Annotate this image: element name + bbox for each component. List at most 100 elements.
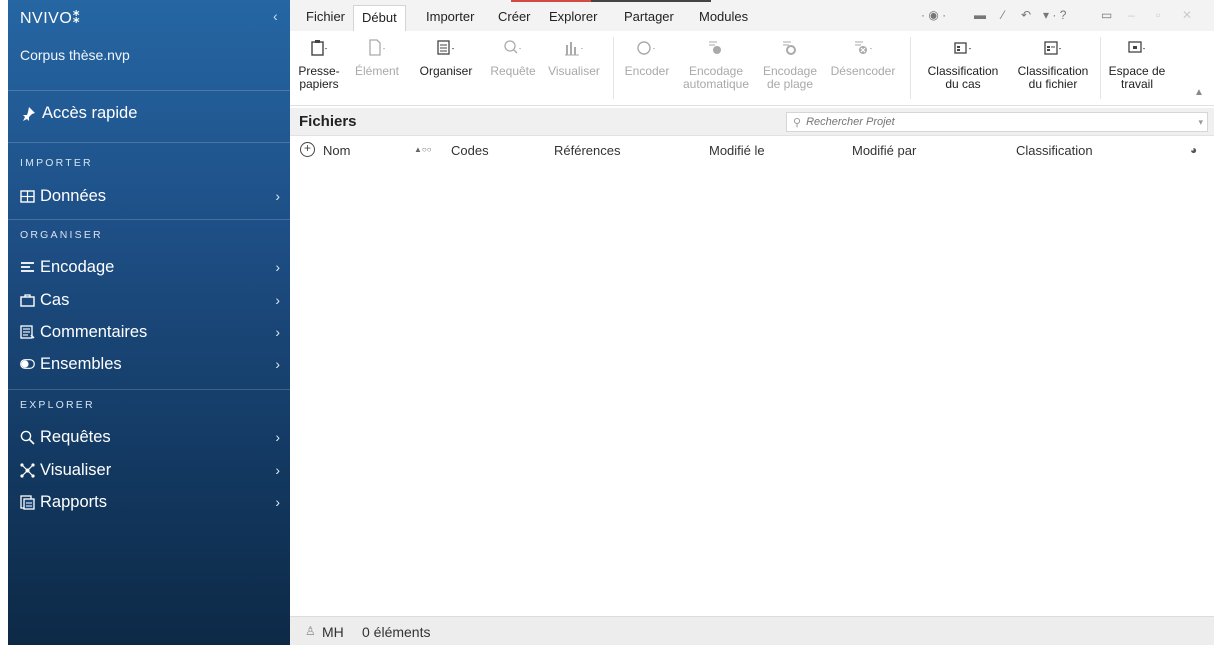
column-references[interactable]: Références bbox=[554, 143, 620, 158]
file-list bbox=[290, 165, 1214, 616]
pin-icon bbox=[23, 106, 35, 121]
sidebar-item-label: Données bbox=[40, 186, 107, 205]
search-box[interactable]: ⚲ ▾ bbox=[786, 112, 1208, 132]
page-title: Fichiers bbox=[299, 113, 357, 130]
ribbon: Presse-papiers Élément Organiser Requête… bbox=[290, 31, 1214, 106]
requete-button[interactable]: Requête bbox=[483, 31, 543, 105]
column-codes[interactable]: Codes bbox=[451, 143, 489, 158]
accent-line bbox=[511, 0, 591, 2]
column-settings-icon[interactable]: ◕ bbox=[1190, 143, 1197, 157]
ribbon-separator bbox=[910, 37, 911, 99]
chevron-right-icon: › bbox=[275, 188, 280, 204]
ribbon-label: du cas bbox=[945, 77, 981, 91]
user-initials: MH bbox=[322, 624, 344, 640]
brand-logo: NVIVO⁑ bbox=[20, 8, 81, 28]
element-button[interactable]: Élément bbox=[352, 31, 402, 105]
auto-code-icon bbox=[706, 31, 726, 65]
desencoder-button[interactable]: Désencoder bbox=[823, 31, 903, 105]
ribbon-label: de plage bbox=[766, 77, 814, 91]
section-organiser: ORGANISER bbox=[20, 229, 103, 241]
user-icon: ♙ bbox=[305, 624, 316, 638]
sidebar-item-cas[interactable]: Cas › bbox=[20, 288, 280, 312]
query-icon bbox=[503, 31, 523, 65]
column-nom[interactable]: Nom bbox=[323, 143, 350, 158]
document-icon bbox=[367, 31, 387, 65]
status-bar: ♙ MH 0 éléments bbox=[290, 616, 1214, 645]
classification-cas-button[interactable]: Classification du cas bbox=[920, 31, 1006, 105]
ribbon-label: Organiser bbox=[419, 64, 473, 78]
lines-icon bbox=[20, 261, 40, 273]
brand-name: NVIVO bbox=[20, 10, 73, 27]
tab-fichier[interactable]: Fichier bbox=[306, 9, 345, 24]
sidebar-item-label: Encodage bbox=[40, 257, 115, 276]
espace-travail-button[interactable]: Espace de travail bbox=[1102, 31, 1172, 105]
ribbon-collapse-icon[interactable]: ▲ bbox=[1194, 87, 1204, 98]
files-header: Fichiers ⚲ ▾ bbox=[290, 108, 1214, 136]
sidebar-item-requetes[interactable]: Requêtes › bbox=[20, 425, 280, 449]
ribbon-label: Espace de bbox=[1108, 64, 1166, 78]
ribbon-label: Classification bbox=[927, 64, 999, 78]
column-classification[interactable]: Classification bbox=[1016, 143, 1093, 158]
encodage-automatique-button[interactable]: Encodage automatique bbox=[676, 31, 756, 105]
chevron-right-icon: › bbox=[275, 494, 280, 510]
restore-icon[interactable]: ▫ bbox=[1156, 8, 1160, 22]
undo-icon[interactable]: ↶ bbox=[1021, 8, 1031, 22]
ribbon-tabs: Fichier Début Importer Créer Explorer Pa… bbox=[290, 0, 1214, 31]
tab-explorer[interactable]: Explorer bbox=[549, 9, 597, 24]
ribbon-separator bbox=[1100, 37, 1101, 99]
sidebar-item-rapports[interactable]: Rapports › bbox=[20, 490, 280, 514]
sidebar-item-label: Ensembles bbox=[40, 354, 122, 373]
customize-icon[interactable]: ▾ · ? bbox=[1043, 8, 1066, 22]
tab-partager[interactable]: Partager bbox=[624, 9, 674, 24]
quick-access-button[interactable]: Accès rapide bbox=[20, 104, 137, 123]
column-modifie-le[interactable]: Modifié le bbox=[709, 143, 765, 158]
tab-creer[interactable]: Créer bbox=[498, 9, 531, 24]
magnifier-icon bbox=[20, 430, 40, 445]
sidebar-item-ensembles[interactable]: Ensembles › bbox=[20, 352, 280, 376]
help-circle-icon[interactable]: · ◉ · bbox=[921, 8, 946, 22]
file-classification-icon bbox=[1042, 31, 1064, 65]
organiser-button[interactable]: Organiser bbox=[410, 31, 482, 105]
ribbon-label: Visualiser bbox=[548, 64, 600, 78]
minimize-icon[interactable]: – bbox=[1128, 8, 1135, 22]
clipboard-button[interactable]: Presse-papiers bbox=[296, 31, 342, 105]
tab-importer[interactable]: Importer bbox=[426, 9, 474, 24]
chevron-down-icon[interactable]: ▾ bbox=[1198, 117, 1203, 128]
chat-icon[interactable]: ▭ bbox=[1101, 8, 1112, 22]
sidebar: NVIVO⁑ ‹ Corpus thèse.nvp Accès rapide I… bbox=[8, 0, 290, 645]
ribbon-label: Désencoder bbox=[830, 64, 896, 78]
ribbon-label: Encoder bbox=[624, 64, 670, 78]
sidebar-item-donnees[interactable]: Données › bbox=[20, 184, 280, 208]
ribbon-label: automatique bbox=[682, 77, 750, 91]
search-input[interactable] bbox=[806, 116, 1167, 128]
divider bbox=[8, 142, 290, 143]
sidebar-item-encodage[interactable]: Encodage › bbox=[20, 255, 280, 279]
close-icon[interactable]: ✕ bbox=[1182, 8, 1192, 22]
visualiser-button[interactable]: Visualiser bbox=[543, 31, 605, 105]
section-importer: IMPORTER bbox=[20, 157, 93, 169]
organise-icon bbox=[436, 31, 456, 65]
divider bbox=[8, 90, 290, 91]
briefcase-icon bbox=[20, 293, 40, 307]
edit-icon[interactable]: ⁄ bbox=[1002, 8, 1004, 22]
save-icon[interactable]: ▬ bbox=[974, 8, 986, 22]
accent-line-dark bbox=[591, 0, 711, 2]
sidebar-item-label: Cas bbox=[40, 290, 70, 309]
bar-chart-icon bbox=[563, 31, 585, 65]
tab-debut[interactable]: Début bbox=[353, 5, 406, 31]
classification-fichier-button[interactable]: Classification du fichier bbox=[1010, 31, 1096, 105]
case-classification-icon bbox=[952, 31, 974, 65]
column-modifie-par[interactable]: Modifié par bbox=[852, 143, 916, 158]
encodage-plage-button[interactable]: Encodage de plage bbox=[760, 31, 820, 105]
tab-modules[interactable]: Modules bbox=[699, 9, 748, 24]
ribbon-label: Presse- bbox=[298, 64, 340, 78]
collapse-sidebar-icon[interactable]: ‹ bbox=[273, 8, 278, 24]
uncode-icon bbox=[852, 31, 874, 65]
add-column-icon[interactable]: + bbox=[300, 142, 315, 157]
sidebar-item-commentaires[interactable]: Commentaires › bbox=[20, 320, 280, 344]
brand-mark: ⁑ bbox=[72, 10, 82, 27]
encoder-button[interactable]: Encoder bbox=[620, 31, 674, 105]
ribbon-label: Encodage bbox=[688, 64, 744, 78]
chevron-right-icon: › bbox=[275, 462, 280, 478]
sidebar-item-visualiser[interactable]: Visualiser › bbox=[20, 458, 280, 482]
